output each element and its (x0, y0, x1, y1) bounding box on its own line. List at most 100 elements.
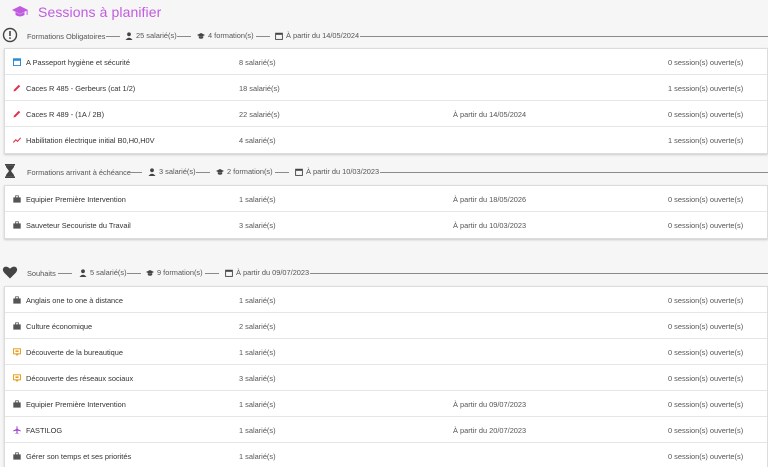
table-row[interactable]: Anglais one to one à distance 1 salarié(… (5, 287, 767, 313)
briefcase-icon (13, 195, 21, 203)
table-row[interactable]: Découverte des réseaux sociaux 3 salarié… (5, 365, 767, 391)
table-row[interactable]: Habilitation électrique initial B0,H0,H0… (5, 127, 767, 153)
row-count: 4 salarié(s) (239, 136, 276, 145)
row-name: Gérer son temps et ses priorités (26, 452, 132, 461)
table-row[interactable]: Equipier Première Intervention 1 salarié… (5, 186, 767, 212)
briefcase-icon (13, 296, 21, 304)
row-name: Découverte des réseaux sociaux (26, 374, 134, 383)
pencil-icon (13, 84, 21, 92)
briefcase-icon (13, 322, 21, 330)
monitor-icon (13, 348, 21, 356)
row-count: 3 salarié(s) (239, 221, 276, 230)
row-count: 22 salarié(s) (239, 110, 280, 119)
row-name: Sauveteur Secouriste du Travail (26, 221, 131, 230)
section-formations: 4 formation(s) (197, 31, 254, 40)
section-date: À partir du 09/07/2023 (225, 268, 309, 277)
section-card-echeance: Equipier Première Intervention 1 salarié… (4, 185, 768, 239)
row-sessions: 0 session(s) ouverte(s) (668, 400, 744, 409)
calendar-icon (225, 269, 233, 277)
row-count: 2 salarié(s) (239, 322, 276, 331)
graduation-cap-icon (12, 6, 28, 17)
section-header-echeance: Formations arrivant à échéance 3 salarié… (0, 162, 768, 182)
row-sessions: 0 session(s) ouverte(s) (668, 426, 744, 435)
row-sessions: 0 session(s) ouverte(s) (668, 348, 744, 357)
table-row[interactable]: FASTILOG 1 salarié(s) À partir du 20/07/… (5, 417, 767, 443)
row-count: 18 salarié(s) (239, 84, 280, 93)
row-name: Culture économique (26, 322, 93, 331)
plane-icon (13, 426, 21, 434)
user-icon (125, 31, 133, 40)
row-sessions: 1 session(s) ouverte(s) (668, 136, 744, 145)
table-row[interactable]: Caces R 489 - (1A / 2B) 22 salarié(s) À … (5, 101, 767, 127)
graduation-cap-icon (216, 168, 224, 175)
table-row[interactable]: Equipier Première Intervention 1 salarié… (5, 391, 767, 417)
briefcase-icon (13, 221, 21, 229)
table-row[interactable]: A Passeport hygiène et sécurité 8 salari… (5, 49, 767, 75)
calendar-icon (13, 58, 21, 66)
table-row[interactable]: Culture économique 2 salarié(s) 0 sessio… (5, 313, 767, 339)
briefcase-icon (13, 400, 21, 408)
heart-icon (2, 266, 18, 279)
row-sessions: 0 session(s) ouverte(s) (668, 296, 744, 305)
row-count: 1 salarié(s) (239, 348, 276, 357)
row-name: Découverte de la bureautique (26, 348, 123, 357)
briefcase-icon (13, 452, 21, 460)
row-name: Caces R 485 - Gerbeurs (cat 1/2) (26, 84, 136, 93)
calendar-icon (275, 32, 283, 40)
section-salaries: 25 salarié(s) (125, 31, 177, 40)
row-sessions: 0 session(s) ouverte(s) (668, 195, 744, 204)
row-name: Equipier Première Intervention (26, 195, 126, 204)
section-card-obligatoires: A Passeport hygiène et sécurité 8 salari… (4, 48, 768, 154)
row-sessions: 0 session(s) ouverte(s) (668, 110, 744, 119)
calendar-icon (295, 168, 303, 176)
row-count: 1 salarié(s) (239, 195, 276, 204)
section-card-souhaits: Anglais one to one à distance 1 salarié(… (4, 286, 768, 467)
row-date: À partir du 14/05/2024 (453, 110, 527, 119)
row-sessions: 0 session(s) ouverte(s) (668, 452, 744, 461)
section-title: Souhaits (27, 269, 56, 278)
exclamation-circle-icon (2, 27, 18, 43)
row-sessions: 1 session(s) ouverte(s) (668, 84, 744, 93)
table-row[interactable]: Sauveteur Secouriste du Travail 3 salari… (5, 212, 767, 238)
section-date: À partir du 14/05/2024 (275, 31, 359, 40)
row-sessions: 0 session(s) ouverte(s) (668, 221, 744, 230)
row-sessions: 0 session(s) ouverte(s) (668, 374, 744, 383)
row-count: 3 salarié(s) (239, 374, 276, 383)
pencil-icon (13, 110, 21, 118)
section-formations: 9 formation(s) (146, 268, 203, 277)
section-header-souhaits: Souhaits 5 salarié(s) 9 formation(s) À p… (0, 263, 768, 283)
section-date: À partir du 10/03/2023 (295, 167, 379, 176)
monitor-icon (13, 374, 21, 382)
section-header-obligatoires: Formations Obligatoires 25 salarié(s) 4 … (0, 26, 768, 46)
row-name: Equipier Première Intervention (26, 400, 126, 409)
section-title: Formations arrivant à échéance (27, 168, 131, 177)
row-count: 1 salarié(s) (239, 296, 276, 305)
table-row[interactable]: Découverte de la bureautique 1 salarié(s… (5, 339, 767, 365)
section-salaries: 3 salarié(s) (148, 167, 196, 176)
row-sessions: 0 session(s) ouverte(s) (668, 58, 744, 67)
row-name: A Passeport hygiène et sécurité (26, 58, 130, 67)
row-name: FASTILOG (26, 426, 63, 435)
section-formations: 2 formation(s) (216, 167, 273, 176)
row-date: À partir du 09/07/2023 (453, 400, 527, 409)
row-date: À partir du 20/07/2023 (453, 426, 527, 435)
table-row[interactable]: Caces R 485 - Gerbeurs (cat 1/2) 18 sala… (5, 75, 767, 101)
page-header: Sessions à planifier (0, 0, 768, 24)
row-name: Anglais one to one à distance (26, 296, 123, 305)
row-name: Caces R 489 - (1A / 2B) (26, 110, 105, 119)
row-count: 1 salarié(s) (239, 400, 276, 409)
row-date: À partir du 18/05/2026 (453, 195, 527, 204)
user-icon (148, 167, 156, 176)
hourglass-icon (5, 164, 15, 178)
row-date: À partir du 10/03/2023 (453, 221, 527, 230)
row-name: Habilitation électrique initial B0,H0,H0… (26, 136, 155, 145)
user-icon (79, 268, 87, 277)
page-title: Sessions à planifier (38, 4, 162, 20)
section-title: Formations Obligatoires (27, 32, 106, 41)
section-salaries: 5 salarié(s) (79, 268, 127, 277)
row-count: 1 salarié(s) (239, 426, 276, 435)
row-sessions: 0 session(s) ouverte(s) (668, 322, 744, 331)
graduation-cap-icon (146, 269, 154, 276)
table-row[interactable]: Gérer son temps et ses priorités 1 salar… (5, 443, 767, 467)
graduation-cap-icon (197, 32, 205, 39)
